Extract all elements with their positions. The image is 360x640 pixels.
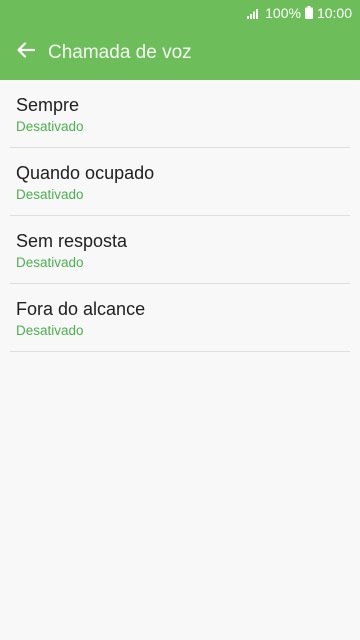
- clock: 10:00: [316, 4, 352, 21]
- list-item-label: Fora do alcance: [16, 299, 146, 319]
- list-item-status: Desativado: [16, 323, 84, 338]
- battery-icon: [304, 6, 313, 19]
- arrow-back-icon: [16, 40, 36, 65]
- battery-percent: 100%: [265, 4, 301, 21]
- list-item-label: Sempre: [16, 95, 80, 115]
- list-item-sempre[interactable]: Sempre Desativado: [10, 80, 350, 148]
- list-item-sem-resposta[interactable]: Sem resposta Desativado: [10, 216, 350, 284]
- signal-icon: [247, 7, 261, 19]
- list-item-status: Desativado: [16, 255, 84, 270]
- back-button[interactable]: [14, 41, 38, 65]
- settings-list: Sempre Desativado Quando ocupado Desativ…: [0, 80, 360, 352]
- app-bar: Chamada de voz: [0, 25, 360, 80]
- list-item-status: Desativado: [16, 187, 84, 202]
- list-item-label: Sem resposta: [16, 231, 128, 251]
- screen: 100% 10:00 Chamada de voz Sempre Desativ…: [0, 0, 360, 640]
- list-item-label: Quando ocupado: [16, 163, 155, 183]
- page-title: Chamada de voz: [48, 41, 192, 63]
- status-bar: 100% 10:00: [0, 0, 360, 25]
- list-item-quando-ocupado[interactable]: Quando ocupado Desativado: [10, 148, 350, 216]
- list-item-status: Desativado: [16, 119, 84, 134]
- list-item-fora-do-alcance[interactable]: Fora do alcance Desativado: [10, 284, 350, 352]
